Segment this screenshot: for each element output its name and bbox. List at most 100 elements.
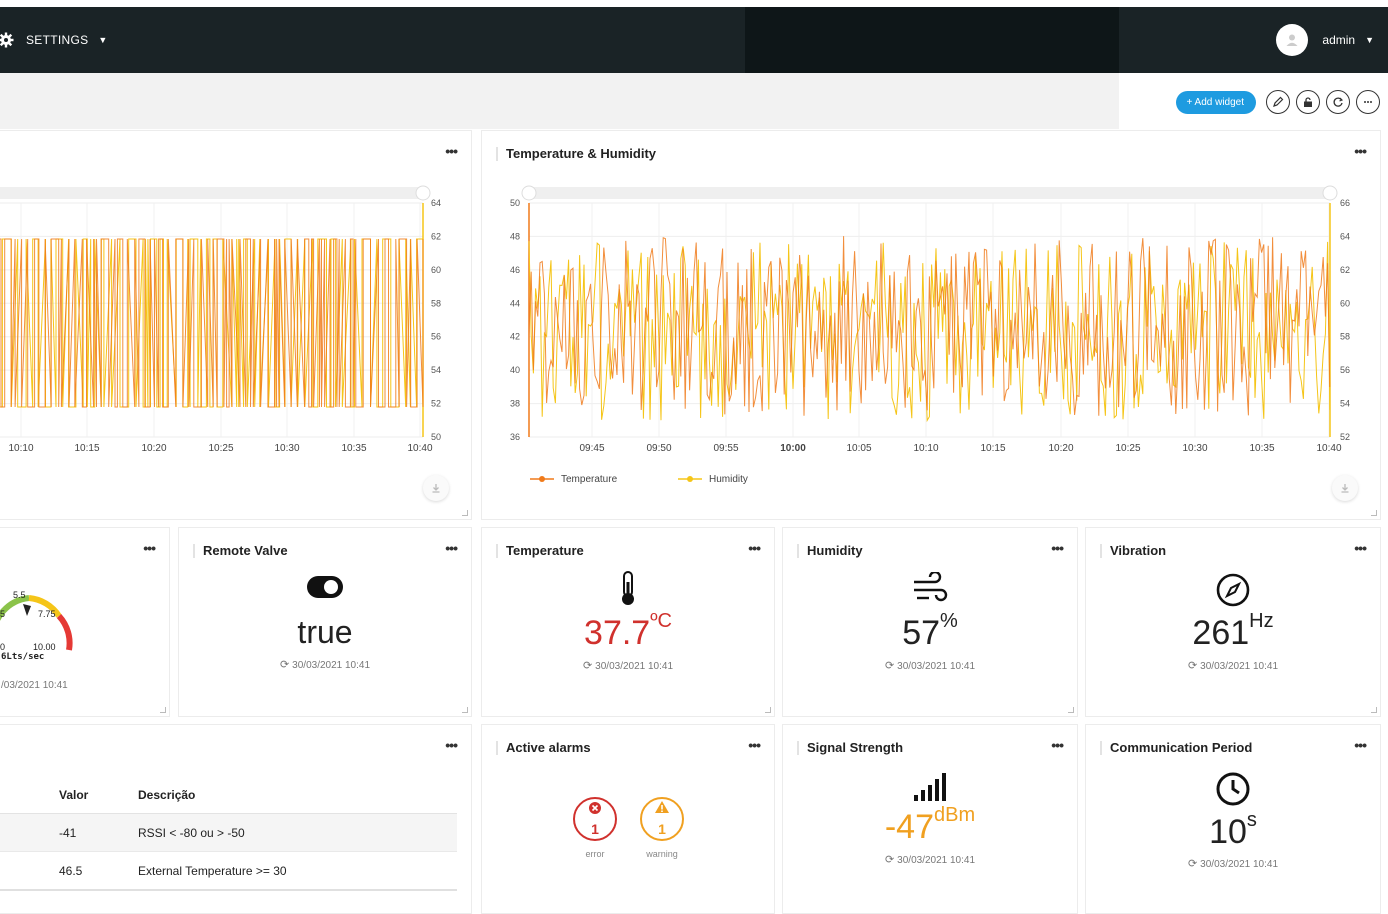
x-tick-label: 10:35 [341,443,366,454]
warning-count: 1 [658,821,666,837]
error-icon [589,802,601,814]
timestamp: ⟳ 30/03/2021 10:41 [1187,660,1279,672]
legend-marker [539,476,545,482]
widget-menu-button[interactable]: ••• [445,143,458,159]
y-tick-label: 64 [1340,231,1350,241]
cell-valor: -41 [59,813,138,852]
humidity-series-line [528,241,1331,423]
card-title: Temperature & Humidity [496,147,656,161]
x-tick-label: 10:35 [1249,443,1274,454]
topbar-dark-segment [745,7,1119,73]
timestamp: ⟳ 30/03/2021 10:41 [884,660,976,672]
table-header-row: Valor Descrição [0,777,457,814]
error-alarm[interactable]: 1 error [571,797,619,859]
widget-menu-button[interactable]: ••• [143,540,156,556]
gauge-tick: 00 [0,642,6,652]
y-tick-label: 56 [431,332,441,342]
widget-menu-button[interactable]: ••• [445,540,458,556]
range-handle [1322,185,1338,201]
x-tick-label: 10:30 [1182,443,1207,454]
card-title: Active alarms [496,741,591,755]
edit-icon[interactable] [1266,90,1290,114]
refresh-icon: ⟳ [884,660,895,672]
y-tick-label: 38 [510,399,520,409]
download-icon[interactable] [1332,475,1358,501]
add-widget-button[interactable]: + Add widget [1176,90,1256,114]
lock-icon[interactable] [1296,90,1320,114]
signal-value: -47dBm [884,804,976,846]
column-header-descricao: Descrição [138,777,457,814]
range-selector [529,187,1330,199]
widget-menu-button[interactable]: ••• [1051,540,1064,556]
caret-down-icon: ▼ [98,35,108,45]
settings-label: SETTINGS [26,33,89,47]
download-icon[interactable] [423,475,449,501]
resize-handle[interactable] [765,707,771,713]
gauge-tick: 5.5 [13,590,26,600]
y-tick-label: 54 [1340,399,1350,409]
resize-handle[interactable] [160,707,166,713]
wind-icon [914,570,948,602]
vibration-card: Vibration ••• 261Hz ⟳ 30/03/2021 10:41 [1085,527,1381,717]
y-tick-label: 56 [1340,365,1350,375]
table-row[interactable]: 46.5 External Temperature >= 30 [0,851,457,891]
caret-down-icon: ▼ [1365,35,1374,45]
table-row[interactable]: -41 RSSI < -80 ou > -50 [0,813,457,852]
timestamp: ⟳ 30/03/2021 10:41 [884,854,976,866]
temperature-humidity-card: Temperature & Humidity ••• 50 48 46 44 42 40 3… [481,130,1381,520]
legend-label: Temperature [561,474,618,485]
warning-label: warning [646,849,678,859]
more-icon[interactable] [1356,90,1380,114]
widget-menu-button[interactable]: ••• [748,540,761,556]
x-tick-label: 10:05 [846,443,871,454]
y-tick-label: 62 [431,231,441,241]
resize-handle[interactable] [1068,707,1074,713]
x-tick-label: 10:30 [274,443,299,454]
card-title: Temperature [496,544,584,558]
y-tick-label: 44 [510,298,520,308]
legend-marker [687,476,693,482]
widget-menu-button[interactable]: ••• [1354,540,1367,556]
y-tick-label: 52 [431,399,441,409]
gauge-tick: 10.00 [33,642,56,652]
widget-menu-button[interactable]: ••• [445,737,458,753]
x-tick-label: 10:25 [1115,443,1140,454]
widget-menu-button[interactable]: ••• [1051,737,1064,753]
y-tick-label: 60 [431,265,441,275]
refresh-icon[interactable] [1326,90,1350,114]
widget-menu-button[interactable]: ••• [1354,737,1367,753]
user-menu[interactable]: admin ▼ [1276,7,1388,73]
card-title: Humidity [797,544,863,558]
x-tick-label: 10:25 [208,443,233,454]
clock-icon [1216,772,1250,806]
gear-icon [0,32,14,48]
refresh-icon: ⟳ [1187,858,1198,870]
gauge-unit: 6Lts/sec [1,652,45,662]
temperature-humidity-chart: 50 48 46 44 42 40 38 36 66 64 62 60 58 56 54 52 09:45 09:… [510,185,1350,485]
widget-menu-button[interactable]: ••• [748,737,761,753]
y-tick-label: 50 [431,432,441,442]
valve-value: true [297,614,353,650]
y-tick-label: 50 [510,198,520,208]
settings-menu[interactable]: SETTINGS ▼ [0,7,108,73]
widget-menu-button[interactable]: ••• [1354,143,1367,159]
resize-handle[interactable] [462,510,468,516]
gauge-tick: 25 [0,609,6,619]
resize-handle[interactable] [1371,510,1377,516]
column-header-valor: Valor [59,777,138,814]
x-tick-label: 10:20 [141,443,166,454]
remote-valve-card: Remote Valve ••• true ⟳ 30/03/2021 10:41 [178,527,472,717]
resize-handle[interactable] [462,707,468,713]
resize-handle[interactable] [1371,707,1377,713]
x-tick-label: 10:10 [8,443,33,454]
refresh-icon: ⟳ [1187,660,1198,672]
x-tick-label: 10:10 [913,443,938,454]
warning-icon [655,801,669,813]
gauge-card: ••• 5.5 7.75 10.00 25 00 6Lts/sec /03/20… [0,527,170,717]
avatar [1276,24,1309,56]
x-tick-label: 10:15 [74,443,99,454]
refresh-icon: ⟳ [279,659,290,671]
warning-alarm[interactable]: 1 warning [638,797,686,859]
dashboard-toolbar-area [0,73,1119,129]
cell-descricao: External Temperature >= 30 [138,851,457,891]
